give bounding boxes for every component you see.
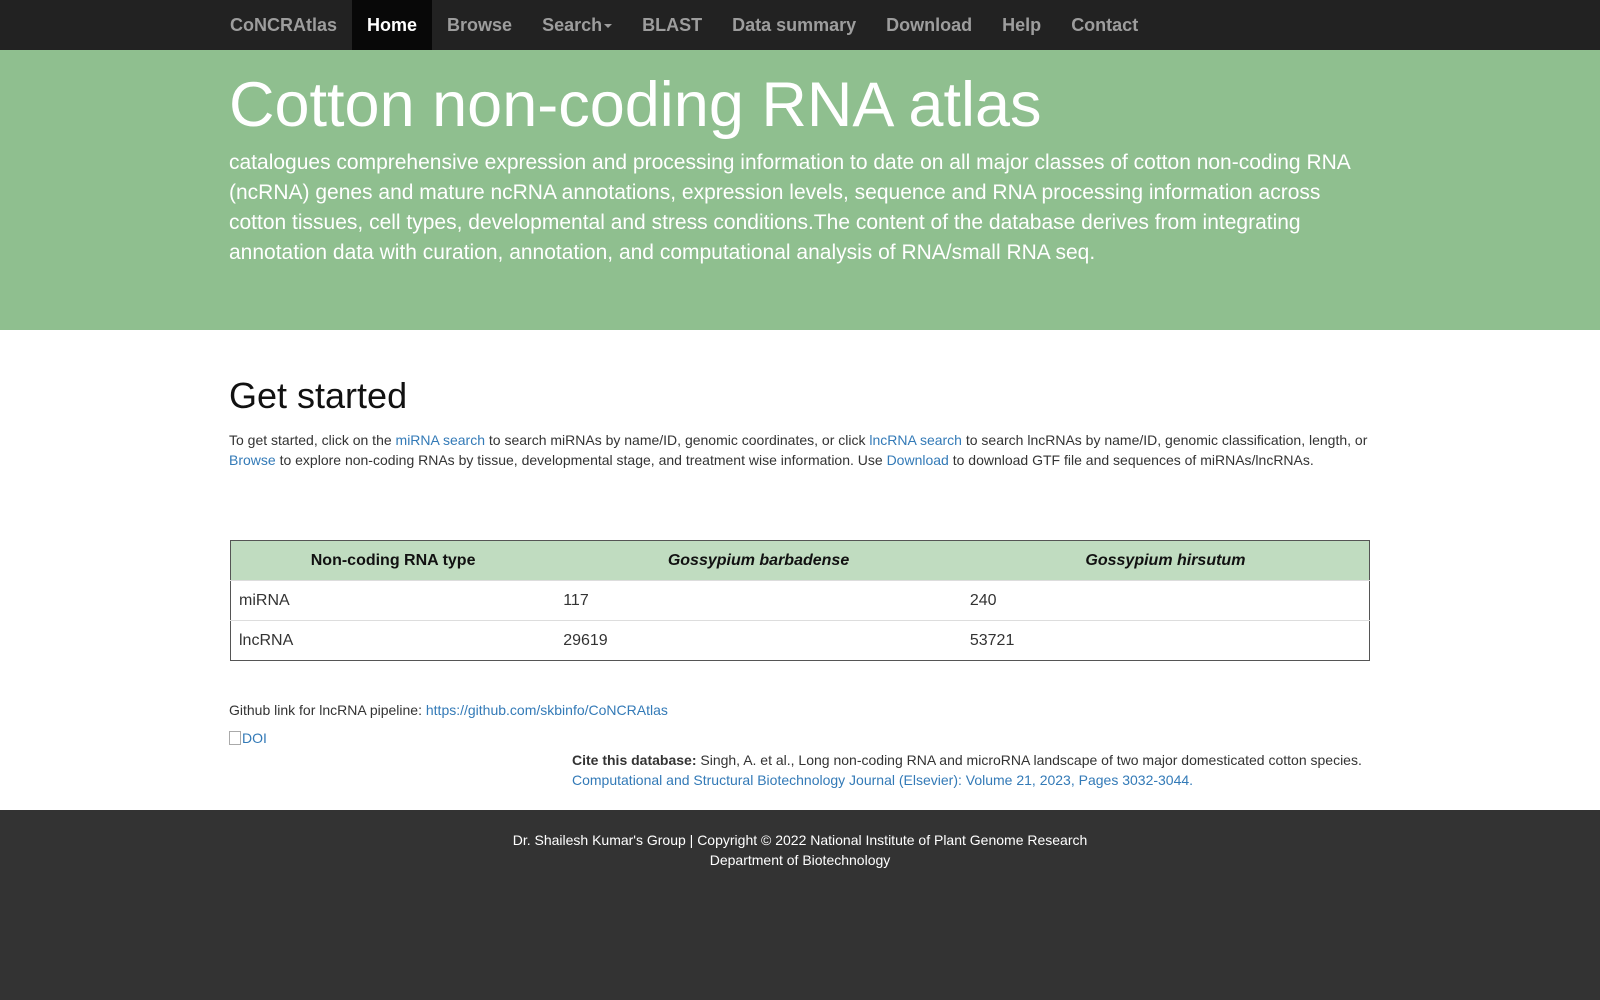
page-title: Cotton non-coding RNA atlas [229,70,1042,140]
intro-paragraph: To get started, click on the miRNA searc… [229,430,1379,470]
hero-description: catalogues comprehensive expression and … [229,151,1350,264]
table-header-row: Non-coding RNA type Gossypium barbadense… [230,540,1370,581]
mirna-search-link[interactable]: miRNA search [396,432,485,448]
nav-blast[interactable]: BLAST [627,0,717,50]
github-link[interactable]: https://github.com/skbinfo/CoNCRAtlas [426,702,668,718]
github-line: Github link for lncRNA pipeline: https:/… [229,700,668,720]
footer-copyright: Dr. Shailesh Kumar's Group | Copyright ©… [512,832,1088,848]
header-g-hirsutum: Gossypium hirsutum [961,540,1370,581]
nav-help[interactable]: Help [987,0,1056,50]
download-link[interactable]: Download [887,452,949,468]
nav-download[interactable]: Download [871,0,987,50]
nav-search-label: Search [542,15,603,35]
hero-banner: Cotton non-coding RNA atlas catalogues c… [0,50,1600,330]
citation: Cite this database: Singh, A. et al., Lo… [572,750,1372,790]
table-cell: miRNA [230,580,556,621]
nav-data-summary[interactable]: Data summary [717,0,871,50]
header-g-barbadense: Gossypium barbadense [555,540,962,581]
doi-alt-text: DOI [242,730,267,746]
navbar: CoNCRAtlas Home Browse Search BLAST Data… [0,0,1600,50]
nav-browse[interactable]: Browse [432,0,527,50]
table-cell: 117 [555,580,962,621]
cite-text: Singh, A. et al., Long non-coding RNA an… [696,752,1362,768]
github-label: Github link for lncRNA pipeline: [229,702,426,718]
intro-text-1: To get started, click on the [229,432,396,448]
table-cell: 29619 [555,620,962,661]
caret-down-icon [604,24,613,29]
cite-label: Cite this database: [572,752,697,768]
nav-search-dropdown[interactable]: Search [527,0,627,50]
brand-link[interactable]: CoNCRAtlas [215,0,352,50]
browse-link[interactable]: Browse [229,452,276,468]
table-row: lncRNA 29619 53721 [230,620,1370,661]
footer: Dr. Shailesh Kumar's Group | Copyright ©… [0,810,1600,1000]
doi-badge[interactable]: DOI [229,730,267,746]
nav-contact[interactable]: Contact [1056,0,1153,50]
ncrna-summary-table: Non-coding RNA type Gossypium barbadense… [230,540,1370,661]
table-row: miRNA 117 240 [230,580,1370,621]
get-started-heading: Get started [229,375,408,416]
intro-text-4: to explore non-coding RNAs by tissue, de… [275,452,887,468]
nav-menu: CoNCRAtlas Home Browse Search BLAST Data… [215,0,1153,50]
table-cell: 240 [961,580,1370,621]
broken-image-icon [229,731,241,745]
header-ncrna-type: Non-coding RNA type [230,540,556,581]
intro-text-2: to search miRNAs by name/ID, genomic coo… [485,432,870,448]
table-cell: 53721 [961,620,1370,661]
footer-department: Department of Biotechnology [709,852,891,868]
journal-link[interactable]: Computational and Structural Biotechnolo… [572,772,1193,788]
intro-text-5: to download GTF file and sequences of mi… [948,452,1314,468]
intro-text-3: to search lncRNAs by name/ID, genomic cl… [961,432,1368,448]
nav-home[interactable]: Home [352,0,433,50]
lncrna-search-link[interactable]: lncRNA search [869,432,962,448]
table-cell: lncRNA [230,620,556,661]
